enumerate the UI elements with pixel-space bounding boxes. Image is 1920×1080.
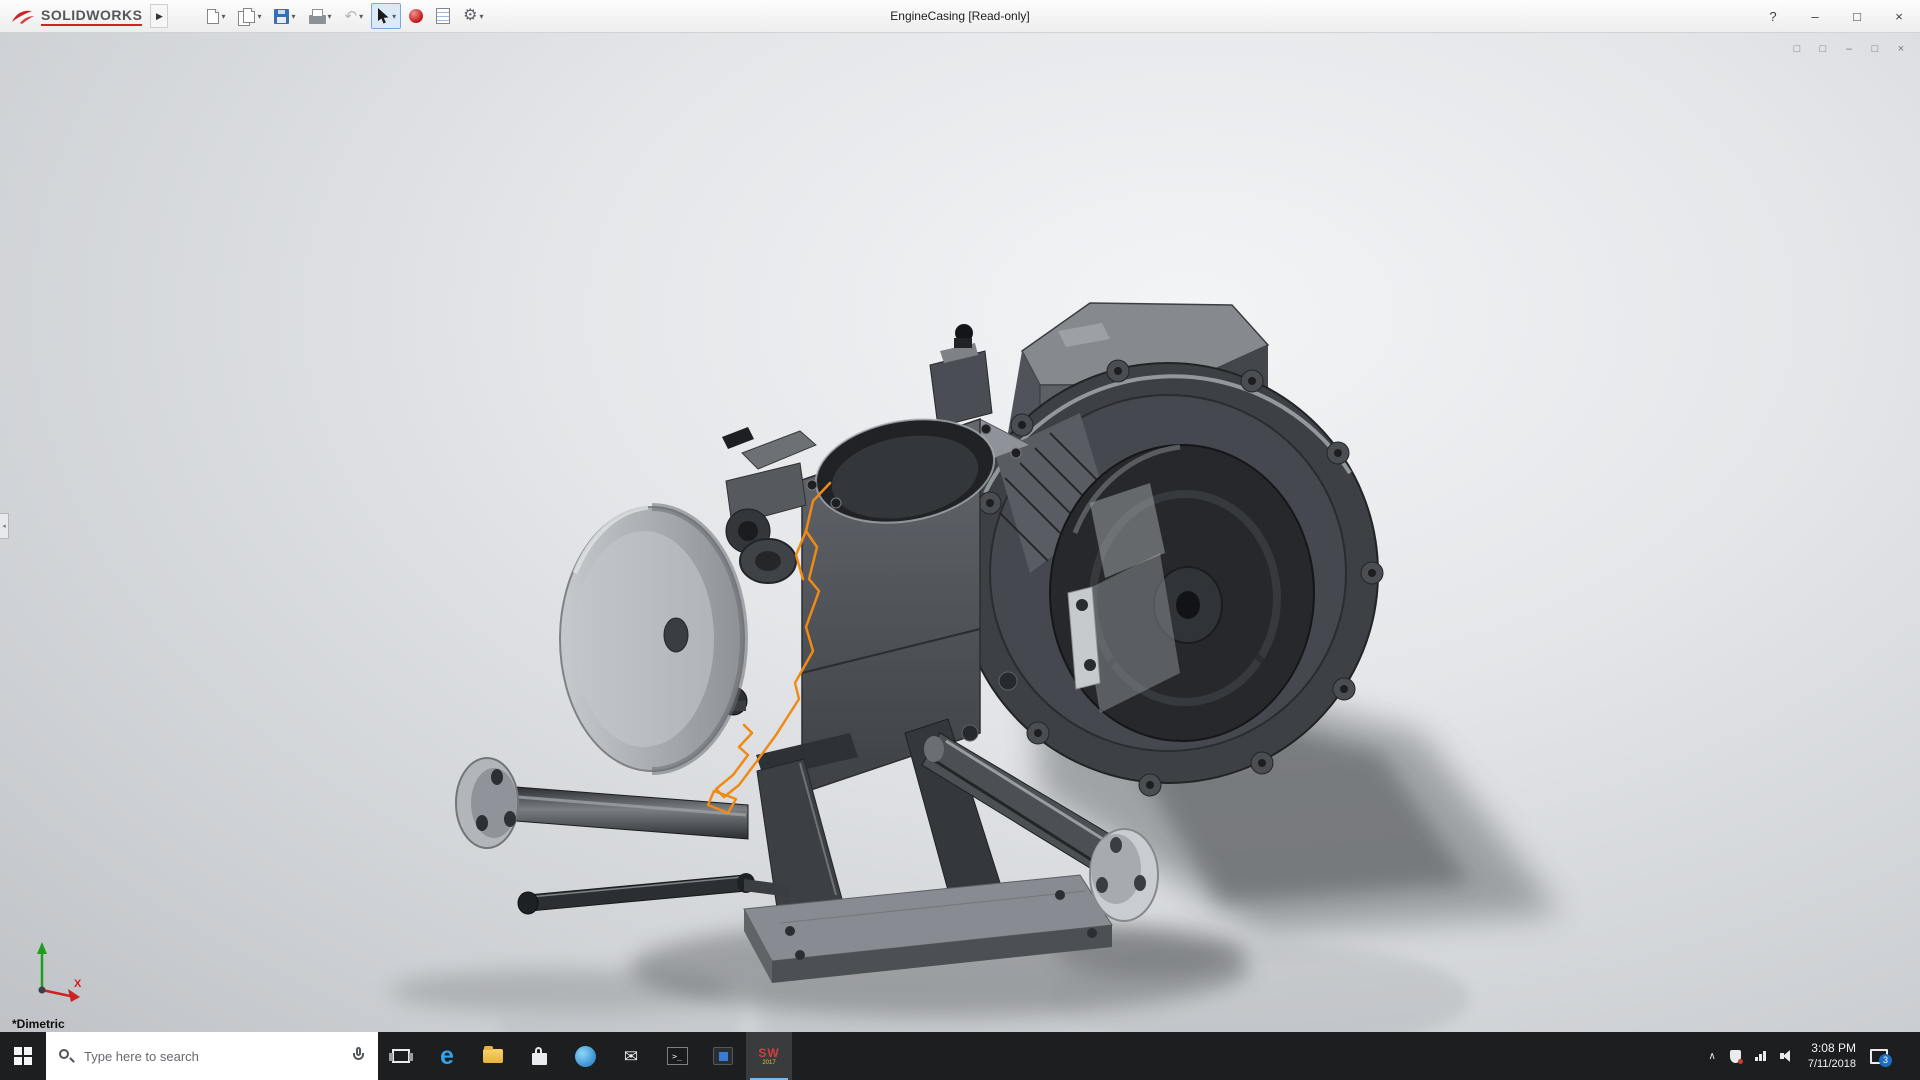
generic-app-icon — [713, 1047, 733, 1065]
orientation-triad: X — [16, 938, 96, 1002]
caret-icon: ▾ — [359, 11, 364, 21]
taskbar-app-browser[interactable] — [562, 1032, 608, 1080]
intake-stack[interactable] — [929, 324, 993, 428]
new-document-icon — [207, 8, 220, 24]
clock[interactable]: 3:08 PM 7/11/2018 — [1808, 1041, 1856, 1071]
microphone-icon[interactable] — [352, 1047, 366, 1065]
save-button[interactable]: ▾ — [269, 3, 300, 29]
open-document-icon — [238, 7, 256, 26]
triad-x-label: X — [74, 978, 82, 990]
solidworks-logo-icon — [12, 10, 34, 24]
action-center-icon[interactable]: 3 — [1870, 1048, 1892, 1067]
undo-button[interactable]: ↶ ▾ — [340, 3, 369, 29]
select-cursor-icon — [378, 8, 389, 24]
solidworks-logo: SOLIDWORKS — [0, 7, 150, 26]
view-orientation-label: *Dimetric — [12, 1017, 65, 1031]
new-document-button[interactable]: ▾ — [202, 3, 230, 29]
titlebar: SOLIDWORKS ▶ ▾ ▾ ▾ ▾ ↶ ▾ ▾ ⚙ ▾ EngineCas… — [0, 0, 1920, 33]
solidworks-logo-text: SOLIDWORKS — [41, 7, 143, 26]
system-tray: ∧ 3:08 PM 7/11/2018 3 — [1709, 1032, 1920, 1080]
taskbar-app-generic[interactable] — [700, 1032, 746, 1080]
options-button[interactable]: ⚙ ▾ — [458, 3, 488, 29]
maximize-button[interactable]: □ — [1836, 0, 1878, 33]
document-window-controls: □ □ – □ × — [1788, 41, 1910, 57]
security-shield-icon[interactable] — [1729, 1049, 1743, 1064]
solidworks-app-icon: SW 2017 — [758, 1047, 779, 1066]
evaluate-sheet-button[interactable] — [431, 3, 455, 29]
help-button[interactable]: ? — [1752, 0, 1794, 33]
triad-axes-icon — [37, 942, 80, 1002]
caret-icon: ▾ — [257, 11, 262, 21]
window-controls: ? – □ × — [1752, 0, 1920, 33]
notification-badge: 3 — [1879, 1053, 1892, 1067]
screen: { "colors": { "sketch_highlight": "#ef8a… — [0, 0, 1920, 1080]
store-bag-icon — [531, 1046, 547, 1065]
start-button[interactable] — [0, 1032, 46, 1080]
save-icon — [274, 8, 290, 24]
sheet-icon — [436, 8, 451, 24]
caret-icon: ▾ — [291, 11, 296, 21]
browser-globe-icon — [574, 1045, 596, 1067]
undo-icon: ↶ — [344, 7, 358, 25]
caret-icon: ▾ — [221, 11, 226, 21]
select-tool-button[interactable]: ▾ — [371, 3, 402, 29]
minimize-button[interactable]: – — [1794, 0, 1836, 33]
taskbar-search[interactable] — [46, 1032, 378, 1080]
solidworks-app-year: 2017 — [762, 1059, 776, 1066]
solidworks-app-text: SW — [758, 1045, 780, 1060]
flyout-icon: ▶ — [155, 10, 163, 21]
taskbar-app-solidworks[interactable]: SW 2017 — [746, 1032, 792, 1080]
close-button[interactable]: × — [1878, 0, 1920, 33]
engine-casing-model[interactable] — [0, 33, 1920, 1032]
edge-icon: e — [440, 1041, 454, 1070]
windows-logo-icon — [14, 1047, 32, 1065]
taskbar-app-file-explorer[interactable] — [470, 1032, 516, 1080]
tray-time: 3:08 PM — [1811, 1041, 1856, 1056]
task-view-button[interactable] — [378, 1032, 424, 1080]
doc-restore-button[interactable]: □ — [1866, 41, 1884, 57]
caret-icon: ▾ — [392, 11, 397, 21]
network-icon[interactable] — [1754, 1051, 1766, 1061]
taskbar-app-mail[interactable]: ✉ — [608, 1032, 654, 1080]
taskbar-app-terminal[interactable]: >_ — [654, 1032, 700, 1080]
doc-minimize-button[interactable]: – — [1840, 41, 1858, 57]
tray-overflow-chevron-icon[interactable]: ∧ — [1709, 1051, 1716, 1062]
appearance-button[interactable] — [404, 3, 428, 29]
doc-window-menu-icon[interactable]: □ — [1788, 41, 1806, 57]
feature-pane-collapsed-tab[interactable]: ◂ — [0, 513, 9, 539]
terminal-icon: >_ — [666, 1047, 688, 1065]
search-input[interactable] — [84, 1048, 342, 1064]
quick-access-toolbar: ▾ ▾ ▾ ▾ ↶ ▾ ▾ ⚙ ▾ — [202, 3, 488, 29]
task-view-icon — [389, 1049, 413, 1063]
taskbar-app-store[interactable] — [516, 1032, 562, 1080]
mounting-stand[interactable] — [517, 718, 1113, 983]
taskbar: e ✉ >_ SW 2017 ∧ 3:08 PM 7/11/2018 3 — [0, 1032, 1920, 1080]
graphics-viewport[interactable]: □ □ – □ × ◂ X *Dimetric — [0, 33, 1920, 1032]
taskbar-app-edge[interactable]: e — [424, 1032, 470, 1080]
caret-icon: ▾ — [479, 11, 484, 21]
gear-icon: ⚙ — [463, 7, 478, 24]
file-explorer-icon — [483, 1046, 503, 1063]
search-icon — [58, 1048, 75, 1064]
speaker-icon[interactable] — [1779, 1050, 1794, 1062]
appearance-sphere-icon — [409, 9, 424, 23]
doc-close-button[interactable]: × — [1892, 41, 1910, 57]
collapse-arrow-icon: ◂ — [2, 523, 6, 530]
print-icon — [308, 8, 326, 24]
flywheel[interactable] — [559, 503, 748, 775]
open-document-button[interactable]: ▾ — [233, 3, 266, 29]
toolbar-flyout-button[interactable]: ▶ — [150, 4, 169, 28]
caret-icon: ▾ — [327, 11, 332, 21]
tray-date: 7/11/2018 — [1807, 1057, 1856, 1070]
doc-window-panes-icon[interactable]: □ — [1814, 41, 1832, 57]
print-button[interactable]: ▾ — [304, 3, 337, 29]
mail-envelope-icon: ✉ — [623, 1046, 639, 1066]
